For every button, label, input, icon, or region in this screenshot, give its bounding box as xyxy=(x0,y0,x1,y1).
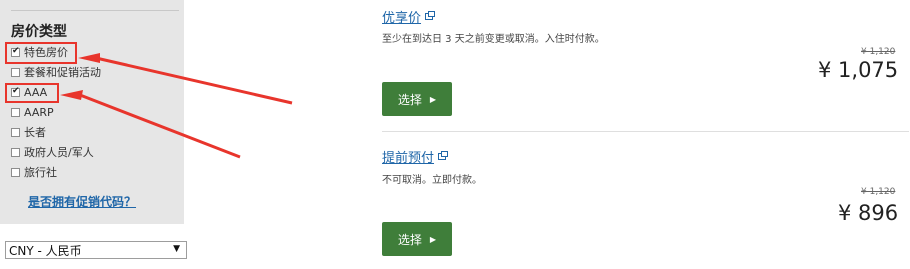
play-triangle-icon: ▶ xyxy=(429,234,437,244)
select-button-label: 选择 xyxy=(397,232,422,247)
filter-option-label: 长者 xyxy=(24,126,46,139)
filter-option-label: 旅行社 xyxy=(24,166,57,179)
filter-option-travel-agent[interactable]: 旅行社 xyxy=(11,164,57,180)
checkbox-icon[interactable] xyxy=(11,127,20,137)
select-button-label: 选择 xyxy=(397,92,422,107)
annotation-highlight-box xyxy=(5,83,59,103)
filter-option-government-military[interactable]: 政府人员/军人 xyxy=(11,144,94,160)
filter-option-label: AARP xyxy=(24,105,54,119)
play-triangle-icon: ▶ xyxy=(429,94,437,104)
rate-description: 不可取消。立即付款。 xyxy=(382,175,482,186)
currency-select[interactable]: CNY - 人民币 ▼ xyxy=(5,241,187,259)
rate-name-text: 优享价 xyxy=(382,11,422,26)
rate-name-link[interactable]: 优享价 xyxy=(382,7,436,26)
filter-option-label: 套餐和促销活动 xyxy=(24,66,101,79)
currency-selected-value: CNY - 人民币 xyxy=(9,243,82,258)
original-price: ¥ 1,120 xyxy=(861,47,896,57)
select-rate-button[interactable]: 选择 ▶ xyxy=(382,82,452,116)
rate-description: 至少在到达日 3 天之前变更或取消。入住时付款。 xyxy=(382,34,605,45)
sidebar-divider xyxy=(11,10,179,11)
checkbox-icon[interactable] xyxy=(11,167,20,177)
promo-code-link[interactable]: 是否拥有促销代码？ xyxy=(28,193,136,210)
checkbox-icon[interactable] xyxy=(11,147,20,157)
filter-option-label: 政府人员/军人 xyxy=(24,146,94,159)
filter-option-senior[interactable]: 长者 xyxy=(11,124,46,140)
rate-name-text: 提前预付 xyxy=(382,151,435,166)
rate-price: ¥ 896 xyxy=(838,201,899,225)
rate-type-filter-panel: 房价类型 特色房价 套餐和促销活动 AAA AARP 长者 政府人员/军人 旅行… xyxy=(0,0,184,224)
filter-option-packages-promotions[interactable]: 套餐和促销活动 xyxy=(11,64,101,80)
rate-name-link[interactable]: 提前预付 xyxy=(382,147,449,166)
select-rate-button[interactable]: 选择 ▶ xyxy=(382,222,452,256)
external-window-icon xyxy=(438,151,449,160)
filter-title: 房价类型 xyxy=(11,24,67,40)
checkbox-icon[interactable] xyxy=(11,107,20,117)
filter-option-aarp[interactable]: AARP xyxy=(11,104,54,120)
original-price: ¥ 1,120 xyxy=(861,187,896,197)
checkbox-icon[interactable] xyxy=(11,67,20,77)
annotation-highlight-box xyxy=(5,42,77,64)
dropdown-arrow-icon: ▼ xyxy=(173,244,180,254)
external-window-icon xyxy=(425,11,436,20)
rate-divider xyxy=(382,131,909,132)
rate-price: ¥ 1,075 xyxy=(818,58,899,82)
